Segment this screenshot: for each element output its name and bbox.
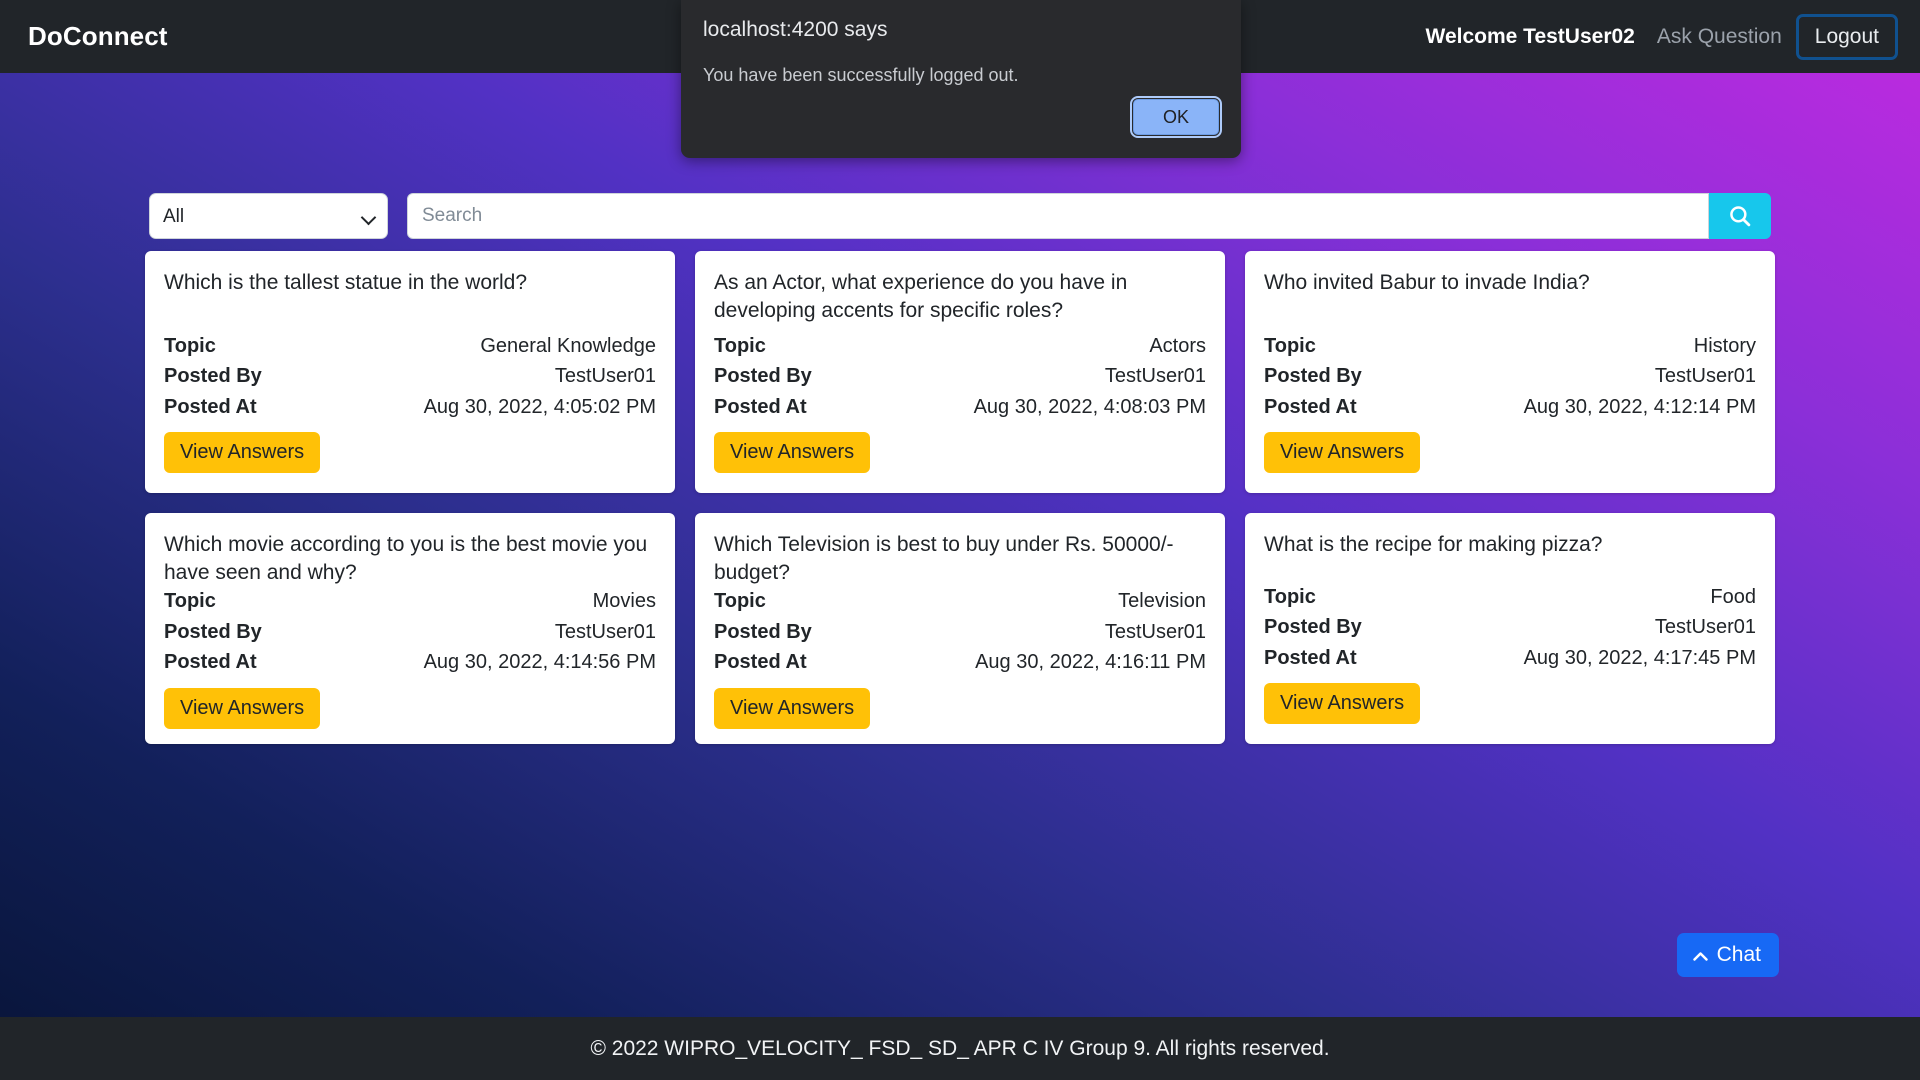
meta-topic-value: Movies xyxy=(592,590,656,613)
chat-toggle-button[interactable]: Chat xyxy=(1676,933,1779,977)
question-title: Which is the tallest statue in the world… xyxy=(164,271,528,294)
question-card[interactable]: Who invited Babur to invade India? Topic… xyxy=(1245,251,1775,493)
meta-posted-at: Posted At Aug 30, 2022, 4:17:45 PM xyxy=(1264,643,1756,673)
meta-posted-at-label: Posted At xyxy=(164,651,257,674)
meta-topic-label: Topic xyxy=(714,590,766,613)
meta-posted-at-value: Aug 30, 2022, 4:08:03 PM xyxy=(973,395,1206,418)
meta-posted-by-label: Posted By xyxy=(164,365,262,388)
alert-ok-button[interactable]: OK xyxy=(1130,96,1222,138)
view-answers-button[interactable]: View Answers xyxy=(164,432,321,473)
meta-posted-by: Posted By TestUser01 xyxy=(714,361,1206,391)
question-title: What is the recipe for making pizza? xyxy=(1264,533,1603,556)
question-card[interactable]: Which Television is best to buy under Rs… xyxy=(695,513,1225,744)
view-answers-button[interactable]: View Answers xyxy=(1264,432,1421,473)
meta-topic: Topic History xyxy=(1264,331,1756,361)
meta-topic-label: Topic xyxy=(714,334,766,357)
meta-posted-by-value: TestUser01 xyxy=(1104,365,1206,388)
topic-select[interactable]: All xyxy=(149,193,388,239)
meta-topic-value: Actors xyxy=(1149,334,1206,357)
meta-posted-by: Posted By TestUser01 xyxy=(1264,612,1756,642)
question-card[interactable]: What is the recipe for making pizza? Top… xyxy=(1245,513,1775,744)
meta-posted-at: Posted At Aug 30, 2022, 4:14:56 PM xyxy=(164,647,656,677)
alert-message-text: You have been successfully logged out. xyxy=(703,65,1019,86)
question-meta: Topic Actors Posted By TestUser01 Posted… xyxy=(714,331,1206,473)
meta-posted-at-label: Posted At xyxy=(714,395,807,418)
meta-posted-by-label: Posted By xyxy=(1264,616,1362,639)
meta-posted-by-label: Posted By xyxy=(714,620,812,643)
welcome-user-label: Welcome TestUser02 xyxy=(1425,24,1635,48)
meta-topic-label: Topic xyxy=(164,590,216,613)
brand-logo[interactable]: DoConnect xyxy=(28,21,168,52)
meta-posted-at: Posted At Aug 30, 2022, 4:16:11 PM xyxy=(714,647,1206,677)
meta-posted-by-value: TestUser01 xyxy=(554,365,656,388)
meta-posted-by: Posted By TestUser01 xyxy=(164,361,656,391)
meta-posted-by-label: Posted By xyxy=(1264,365,1362,388)
question-title: Which Television is best to buy under Rs… xyxy=(714,533,1174,584)
search-button[interactable] xyxy=(1709,193,1771,239)
meta-topic: Topic Food xyxy=(1264,582,1756,612)
meta-posted-by-value: TestUser01 xyxy=(554,620,656,643)
meta-posted-by: Posted By TestUser01 xyxy=(164,617,656,647)
meta-posted-by-value: TestUser01 xyxy=(1654,616,1756,639)
meta-topic-value: Food xyxy=(1710,585,1756,608)
meta-topic: Topic Television xyxy=(714,586,1206,616)
meta-topic: Topic General Knowledge xyxy=(164,331,656,361)
meta-posted-by-label: Posted By xyxy=(164,620,262,643)
chevron-up-icon xyxy=(1692,952,1708,961)
meta-topic-label: Topic xyxy=(1264,334,1316,357)
meta-posted-at-value: Aug 30, 2022, 4:17:45 PM xyxy=(1523,646,1756,669)
question-card[interactable]: Which is the tallest statue in the world… xyxy=(145,251,675,493)
search-icon xyxy=(1730,206,1751,227)
meta-posted-by: Posted By TestUser01 xyxy=(1264,361,1756,391)
question-meta: Topic Food Posted By TestUser01 Posted A… xyxy=(1264,582,1756,724)
view-answers-button[interactable]: View Answers xyxy=(714,432,871,473)
meta-posted-at: Posted At Aug 30, 2022, 4:05:02 PM xyxy=(164,392,656,422)
alert-origin-label: localhost:4200 says xyxy=(703,18,888,41)
question-card[interactable]: Which movie according to you is the best… xyxy=(145,513,675,744)
question-title: As an Actor, what experience do you have… xyxy=(714,271,1128,322)
meta-posted-by: Posted By TestUser01 xyxy=(714,617,1206,647)
logout-button[interactable]: Logout xyxy=(1795,13,1898,60)
meta-topic-value: Television xyxy=(1118,590,1206,613)
meta-topic: Topic Movies xyxy=(164,586,656,616)
browser-alert-dialog: localhost:4200 says You have been succes… xyxy=(681,0,1241,158)
navbar-right-group: Welcome TestUser02 Ask Question Logout xyxy=(1425,13,1898,60)
meta-posted-at-value: Aug 30, 2022, 4:14:56 PM xyxy=(423,651,656,674)
meta-posted-by-label: Posted By xyxy=(714,365,812,388)
question-title: Who invited Babur to invade India? xyxy=(1264,271,1590,294)
question-title: Which movie according to you is the best… xyxy=(164,533,648,584)
topic-select-wrapper: All xyxy=(149,193,388,239)
question-meta: Topic Television Posted By TestUser01 Po… xyxy=(714,586,1206,729)
view-answers-button[interactable]: View Answers xyxy=(714,687,871,729)
ask-question-link[interactable]: Ask Question xyxy=(1657,25,1796,49)
question-meta: Topic Movies Posted By TestUser01 Posted… xyxy=(164,586,656,729)
search-toolbar: All xyxy=(149,193,1771,239)
meta-posted-at-label: Posted At xyxy=(164,395,257,418)
meta-topic-label: Topic xyxy=(164,334,216,357)
meta-posted-by-value: TestUser01 xyxy=(1104,620,1206,643)
view-answers-button[interactable]: View Answers xyxy=(1264,683,1421,724)
meta-posted-at-value: Aug 30, 2022, 4:16:11 PM xyxy=(975,651,1206,674)
meta-posted-at-label: Posted At xyxy=(714,651,807,674)
meta-posted-at-value: Aug 30, 2022, 4:12:14 PM xyxy=(1523,395,1756,418)
meta-topic: Topic Actors xyxy=(714,331,1206,361)
question-card[interactable]: As an Actor, what experience do you have… xyxy=(695,251,1225,493)
meta-topic-value: General Knowledge xyxy=(480,334,656,357)
meta-posted-at-label: Posted At xyxy=(1264,646,1357,669)
meta-posted-at: Posted At Aug 30, 2022, 4:12:14 PM xyxy=(1264,392,1756,422)
footer-copyright: © 2022 WIPRO_VELOCITY_ FSD_ SD_ APR C IV… xyxy=(590,1036,1330,1060)
meta-posted-by-value: TestUser01 xyxy=(1654,365,1756,388)
meta-posted-at-value: Aug 30, 2022, 4:05:02 PM xyxy=(423,395,656,418)
question-meta: Topic History Posted By TestUser01 Poste… xyxy=(1264,331,1756,473)
question-meta: Topic General Knowledge Posted By TestUs… xyxy=(164,331,656,473)
meta-posted-at: Posted At Aug 30, 2022, 4:08:03 PM xyxy=(714,392,1206,422)
meta-posted-at-label: Posted At xyxy=(1264,395,1357,418)
chat-label: Chat xyxy=(1716,943,1761,966)
search-input[interactable] xyxy=(407,193,1709,239)
view-answers-button[interactable]: View Answers xyxy=(164,687,321,729)
page-footer: © 2022 WIPRO_VELOCITY_ FSD_ SD_ APR C IV… xyxy=(0,1017,1920,1080)
meta-topic-label: Topic xyxy=(1264,585,1316,608)
questions-grid: Which is the tallest statue in the world… xyxy=(145,251,1777,744)
meta-topic-value: History xyxy=(1693,334,1756,357)
